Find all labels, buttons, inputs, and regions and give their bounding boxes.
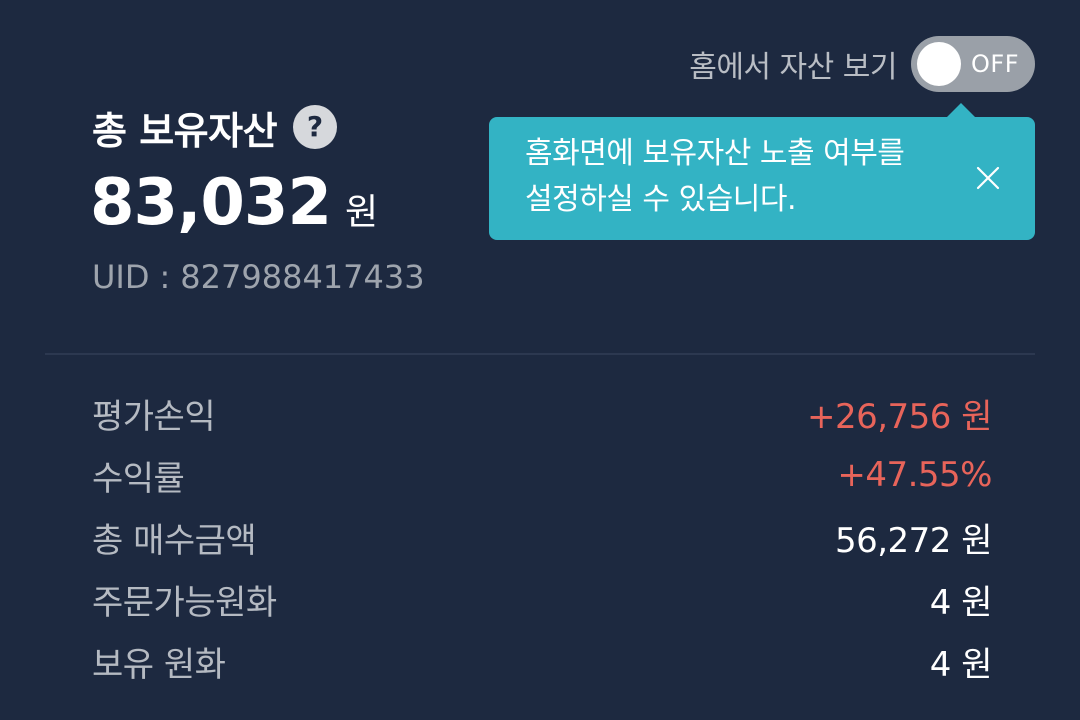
total-asset-title: 총 보유자산 [92,108,278,153]
stat-value: +26,756 원 [806,396,993,437]
stat-row-total-purchase: 총 매수금액 56,272 원 [92,506,993,568]
home-asset-toggle-row: 홈에서 자산 보기 OFF [689,36,1035,92]
close-icon[interactable] [975,165,1001,191]
uid-value: 827988417433 [180,258,425,296]
stat-label: 평가손익 [92,396,216,437]
stat-value: 56,272 원 [834,520,993,561]
stat-label: 총 매수금액 [92,520,257,561]
total-asset-unit: 원 [344,192,379,233]
stat-value: 4 원 [929,582,993,623]
stat-value: 4 원 [929,644,993,685]
total-asset-amount: 83,032 [90,166,332,240]
uid-row: UID : 827988417433 [92,258,425,296]
stat-row-orderable-krw: 주문가능원화 4 원 [92,568,993,630]
tooltip-text-line-1: 홈화면에 보유자산 노출 여부를 [525,136,905,171]
stat-label: 보유 원화 [92,644,226,685]
stat-row-held-krw: 보유 원화 4 원 [92,630,993,692]
uid-label: UID [92,258,150,296]
asset-stats-list: 평가손익 +26,756 원 수익률 +47.55% 총 매수금액 56,272… [92,382,993,692]
home-asset-toggle-label: 홈에서 자산 보기 [689,50,897,85]
stat-value: +47.55% [837,455,992,495]
stat-label: 주문가능원화 [92,582,277,623]
stat-row-return-rate: 수익률 +47.55% [92,444,992,506]
stat-row-evaluation-pnl: 평가손익 +26,756 원 [92,382,993,444]
toggle-state-text: OFF [971,50,1019,78]
home-asset-tooltip: 홈화면에 보유자산 노출 여부를 설정하실 수 있습니다. [489,103,1035,240]
home-asset-toggle[interactable]: OFF [911,36,1035,92]
uid-separator: : [159,258,171,296]
help-icon[interactable]: ? [293,105,338,149]
total-asset-header: 총 보유자산 ? [92,100,338,154]
tooltip-arrow [947,103,975,117]
section-divider [45,353,1035,355]
stat-label: 수익률 [92,458,185,499]
toggle-knob [917,42,961,86]
total-asset-amount-row: 83,032 원 [90,166,378,240]
tooltip-text-line-2: 설정하실 수 있습니다. [525,182,797,217]
